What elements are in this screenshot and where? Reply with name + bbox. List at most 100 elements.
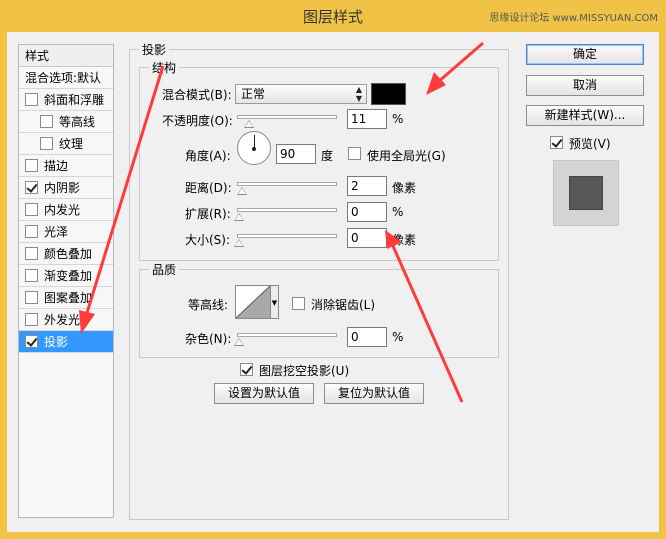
layer-style-dialog: 图层样式 思缘设计论坛 www.MISSYUAN.COM 样式 混合选项:默认斜… <box>0 0 666 539</box>
style-enable-checkbox[interactable] <box>25 335 38 348</box>
knockout-label[interactable]: 图层挖空投影(U) <box>259 362 349 379</box>
contour-preview[interactable] <box>235 285 271 319</box>
style-list-item-label: 内发光 <box>44 203 81 217</box>
size-slider[interactable] <box>234 234 337 247</box>
style-list-item[interactable]: 外发光 <box>19 309 113 331</box>
preview-square <box>569 176 603 210</box>
style-list-item[interactable]: 渐变叠加 <box>19 265 113 287</box>
size-label: 大小(S): <box>185 233 231 247</box>
title-bar[interactable]: 图层样式 思缘设计论坛 www.MISSYUAN.COM <box>0 0 666 32</box>
anti-alias-label[interactable]: 消除锯齿(L) <box>311 296 375 313</box>
style-list-item[interactable]: 内阴影 <box>19 177 113 199</box>
style-list-item[interactable]: 颜色叠加 <box>19 243 113 265</box>
style-list-item[interactable]: 描边 <box>19 155 113 177</box>
contour-dropdown-arrow-icon[interactable]: ▼ <box>271 285 279 319</box>
cancel-button[interactable]: 取消 <box>526 75 644 96</box>
style-list-item[interactable]: 混合选项:默认 <box>19 67 113 89</box>
style-list-item-label: 等高线 <box>59 115 96 129</box>
distance-slider[interactable] <box>237 182 337 195</box>
opacity-input[interactable]: 11 <box>347 109 387 129</box>
styles-list: 样式 混合选项:默认斜面和浮雕等高线纹理描边内阴影内发光光泽颜色叠加渐变叠加图案… <box>18 44 114 518</box>
style-list-item-label: 内阴影 <box>44 181 81 195</box>
knockout-checkbox[interactable] <box>240 363 253 376</box>
new-style-button[interactable]: 新建样式(W)... <box>526 105 644 126</box>
angle-label: 角度(A): <box>185 149 231 163</box>
distance-input[interactable]: 2 <box>347 176 387 196</box>
anti-alias-checkbox[interactable] <box>292 297 305 310</box>
style-preview-thumbnail <box>553 160 619 226</box>
style-list-item[interactable]: 斜面和浮雕 <box>19 89 113 111</box>
structure-group: 结构 混合模式(B): 正常 ▲ ▼ 不透明度(O): 11 % 角度(A): 9… <box>139 59 499 261</box>
distance-unit: 像素 <box>392 181 417 195</box>
style-list-item[interactable]: 图案叠加 <box>19 287 113 309</box>
style-enable-checkbox[interactable] <box>25 181 38 194</box>
size-input[interactable]: 0 <box>347 228 387 248</box>
opacity-slider[interactable] <box>237 115 337 128</box>
noise-slider-thumb[interactable] <box>234 338 244 346</box>
size-slider-thumb[interactable] <box>234 239 244 247</box>
shadow-color-swatch[interactable] <box>371 83 406 105</box>
style-list-item-label: 斜面和浮雕 <box>44 93 105 107</box>
spread-label: 扩展(R): <box>185 207 231 221</box>
structure-title: 结构 <box>149 59 180 76</box>
style-list-item[interactable]: 光泽 <box>19 221 113 243</box>
size-unit: 像素 <box>392 233 417 247</box>
style-list-item-label: 混合选项:默认 <box>25 71 102 85</box>
angle-dial-icon[interactable] <box>237 131 271 165</box>
spread-unit: % <box>392 205 404 219</box>
quality-group: 品质 等高线: ▼ 消除锯齿(L) 杂色(N): 0 % <box>139 261 499 358</box>
spread-input[interactable]: 0 <box>347 202 387 222</box>
style-enable-checkbox[interactable] <box>25 269 38 282</box>
style-enable-checkbox[interactable] <box>25 225 38 238</box>
blend-mode-value: 正常 <box>241 87 266 101</box>
angle-unit: 度 <box>321 149 334 163</box>
noise-label: 杂色(N): <box>185 332 232 346</box>
opacity-label: 不透明度(O): <box>162 114 233 128</box>
style-list-item-label: 图案叠加 <box>44 291 93 305</box>
styles-list-header[interactable]: 样式 <box>19 45 113 67</box>
style-list-item[interactable]: 纹理 <box>19 133 113 155</box>
quality-title: 品质 <box>149 261 180 278</box>
global-light-label[interactable]: 使用全局光(G) <box>367 147 446 164</box>
style-list-item-label: 外发光 <box>44 313 81 327</box>
style-list-item[interactable]: 投影 <box>19 331 113 353</box>
distance-slider-thumb[interactable] <box>237 187 247 195</box>
preview-checkbox[interactable] <box>550 136 563 149</box>
drop-shadow-title: 投影 <box>139 41 170 58</box>
updown-arrows-icon: ▲ ▼ <box>355 85 362 103</box>
distance-label: 距离(D): <box>185 181 232 195</box>
style-enable-checkbox[interactable] <box>40 137 53 150</box>
make-default-button[interactable]: 设置为默认值 <box>214 383 314 404</box>
style-list-item-label: 投影 <box>44 335 69 349</box>
noise-slider[interactable] <box>234 333 337 346</box>
blend-mode-select[interactable]: 正常 ▲ ▼ <box>235 84 367 104</box>
style-enable-checkbox[interactable] <box>25 313 38 326</box>
style-list-item-label: 描边 <box>44 159 69 173</box>
style-enable-checkbox[interactable] <box>25 159 38 172</box>
spread-slider-thumb[interactable] <box>234 213 244 221</box>
style-list-item-label: 纹理 <box>59 137 84 151</box>
style-list-item-label: 光泽 <box>44 225 69 239</box>
ok-button[interactable]: 确定 <box>526 44 644 65</box>
opacity-slider-thumb[interactable] <box>243 120 254 128</box>
opacity-unit: % <box>392 112 404 126</box>
style-enable-checkbox[interactable] <box>40 115 53 128</box>
noise-input[interactable]: 0 <box>347 327 387 347</box>
dialog-body: 样式 混合选项:默认斜面和浮雕等高线纹理描边内阴影内发光光泽颜色叠加渐变叠加图案… <box>7 32 659 532</box>
contour-curve-icon <box>236 286 270 318</box>
style-enable-checkbox[interactable] <box>25 291 38 304</box>
style-enable-checkbox[interactable] <box>25 93 38 106</box>
style-enable-checkbox[interactable] <box>25 203 38 216</box>
style-enable-checkbox[interactable] <box>25 247 38 260</box>
style-list-item-label: 渐变叠加 <box>44 269 93 283</box>
reset-default-button[interactable]: 复位为默认值 <box>324 383 424 404</box>
style-list-item-label: 颜色叠加 <box>44 247 93 261</box>
noise-unit: % <box>392 330 404 344</box>
angle-input[interactable]: 90 <box>276 144 316 164</box>
style-list-item[interactable]: 内发光 <box>19 199 113 221</box>
drop-shadow-group: 投影 结构 混合模式(B): 正常 ▲ ▼ 不透明度(O): 11 % 角度(A)… <box>129 41 509 520</box>
style-list-item[interactable]: 等高线 <box>19 111 113 133</box>
spread-slider[interactable] <box>234 208 337 221</box>
global-light-checkbox[interactable] <box>348 147 361 160</box>
preview-label[interactable]: 预览(V) <box>569 135 611 152</box>
